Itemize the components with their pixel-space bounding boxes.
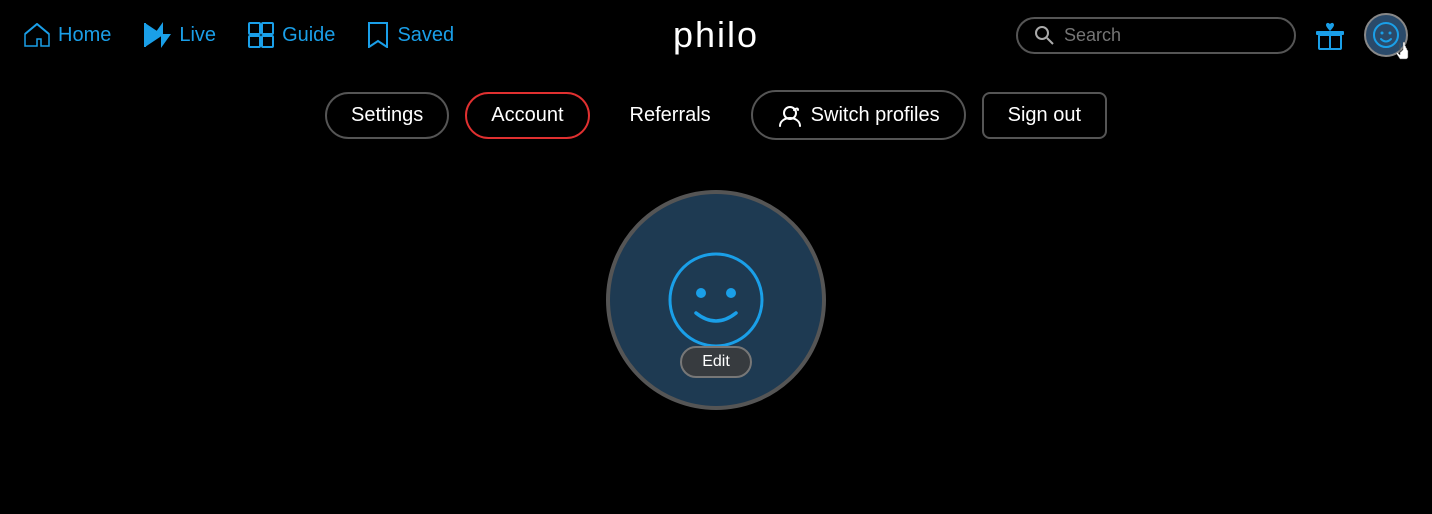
lightning-icon: [153, 22, 171, 48]
profile-face-icon: [1372, 21, 1400, 49]
profile-section: Edit: [0, 190, 1432, 410]
logo: philo: [673, 14, 759, 55]
switch-profiles-label: Switch profiles: [811, 104, 940, 127]
search-icon: [1034, 25, 1054, 45]
nav-saved[interactable]: Saved: [367, 22, 454, 48]
switch-profiles-button[interactable]: Switch profiles: [751, 90, 966, 140]
saved-icon: [367, 22, 389, 48]
profile-avatar-large[interactable]: Edit: [606, 190, 826, 410]
nav-left: Home Live Guide: [24, 22, 454, 48]
search-bar[interactable]: [1016, 17, 1296, 54]
gift-button[interactable]: [1312, 17, 1348, 53]
profile-avatar-button[interactable]: [1364, 13, 1408, 57]
sign-out-button[interactable]: Sign out: [982, 92, 1107, 139]
settings-button[interactable]: Settings: [325, 92, 449, 139]
nav-live[interactable]: Live: [143, 22, 216, 48]
nav-right: [1016, 13, 1408, 57]
secondary-nav: Settings Account Referrals Switch profil…: [0, 70, 1432, 160]
saved-label: Saved: [397, 24, 454, 47]
search-input[interactable]: [1064, 25, 1278, 46]
profile-face-large-icon: [661, 245, 771, 355]
home-icon: [24, 23, 50, 47]
nav-home[interactable]: Home: [24, 23, 111, 47]
account-button[interactable]: Account: [465, 92, 589, 139]
logo-container: philo: [673, 14, 759, 56]
home-label: Home: [58, 24, 111, 47]
nav-guide[interactable]: Guide: [248, 22, 335, 48]
live-label: Live: [179, 24, 216, 47]
top-nav: Home Live Guide: [0, 0, 1432, 70]
guide-icon: [248, 22, 274, 48]
switch-profiles-icon: [777, 102, 803, 128]
guide-label: Guide: [282, 24, 335, 47]
edit-button[interactable]: Edit: [680, 346, 752, 378]
referrals-button[interactable]: Referrals: [606, 94, 735, 137]
